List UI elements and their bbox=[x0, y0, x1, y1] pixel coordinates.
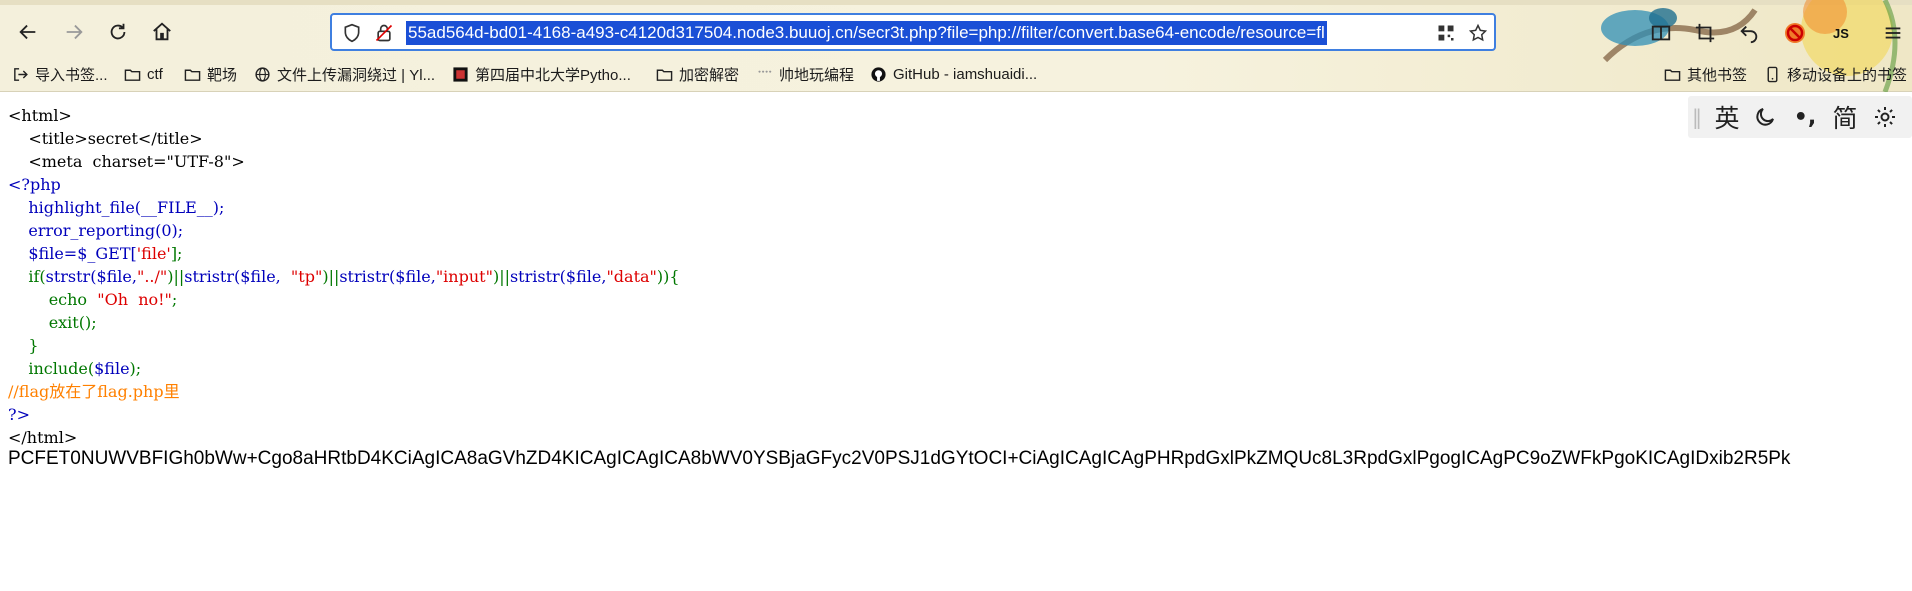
punctuation-toggle[interactable]: •, bbox=[1788, 102, 1822, 132]
code-line: <html> bbox=[8, 106, 72, 125]
code-token: )){ bbox=[656, 267, 680, 286]
bookmark-label: ctf bbox=[147, 65, 163, 83]
folder-icon bbox=[1664, 69, 1681, 81]
code-token: ; bbox=[171, 290, 178, 309]
code-token: || bbox=[499, 267, 510, 286]
code-token: || bbox=[173, 267, 185, 286]
github-icon bbox=[871, 66, 886, 82]
settings-gear-icon[interactable] bbox=[1868, 102, 1902, 132]
bookmark-mobile-folder[interactable]: 移动设备上的书签 bbox=[1764, 62, 1907, 86]
bookmark-folder-range[interactable]: 靶场 bbox=[184, 62, 237, 86]
js-extension-badge[interactable]: JS bbox=[1828, 20, 1854, 46]
crop-screenshot-icon[interactable] bbox=[1692, 20, 1718, 46]
site-icon bbox=[758, 70, 772, 73]
code-token: exit bbox=[8, 313, 79, 332]
arrow-left-icon bbox=[19, 24, 36, 40]
browser-chrome: 55ad564d-bd01-4168-a493-c4120d317504.nod… bbox=[0, 0, 1912, 92]
code-token: stristr($file, bbox=[509, 267, 607, 286]
bookmark-github[interactable]: GitHub - iamshuaidi... bbox=[870, 62, 1037, 86]
bookmarks-toolbar: 导入书签... ctf 靶场 文件上传漏洞绕过 | Yl... 第四届中北大学P… bbox=[0, 60, 1912, 88]
code-line: <?php bbox=[8, 175, 61, 194]
code-token: "Oh no!" bbox=[97, 290, 172, 309]
moon-icon[interactable] bbox=[1748, 102, 1782, 132]
code-token: $file=$_GET[ bbox=[8, 244, 137, 263]
import-icon bbox=[14, 67, 28, 81]
bookmark-import[interactable]: 导入书签... bbox=[12, 62, 108, 86]
code-token: "../" bbox=[136, 267, 168, 286]
undo-icon[interactable] bbox=[1736, 20, 1762, 46]
code-token: "data" bbox=[606, 267, 657, 286]
page-content: <html> <title>secret</title> <meta chars… bbox=[0, 92, 1912, 591]
reader-view-icon[interactable] bbox=[1648, 20, 1674, 46]
php-source-listing: <html> <title>secret</title> <meta chars… bbox=[8, 104, 680, 449]
folder-icon bbox=[184, 69, 201, 81]
code-token: if( bbox=[8, 267, 46, 286]
bookmark-other-folder[interactable]: 其他书签 bbox=[1664, 62, 1747, 86]
reload-icon bbox=[110, 23, 126, 40]
arrow-right-icon bbox=[66, 24, 83, 40]
code-token: ]; bbox=[170, 244, 183, 263]
code-token: (); bbox=[78, 313, 97, 332]
bookmark-label: 导入书签... bbox=[35, 66, 108, 84]
home-icon bbox=[153, 22, 171, 41]
code-comment: //flag放在了flag.php里 bbox=[8, 382, 180, 401]
bookmark-label: 帅地玩编程 bbox=[779, 66, 855, 84]
globe-icon bbox=[255, 66, 270, 82]
code-line: highlight_file(__FILE__); bbox=[8, 198, 225, 217]
code-token: stristr($file, bbox=[339, 267, 436, 286]
code-token: stristr($file, bbox=[184, 267, 281, 286]
code-token: strstr($file, bbox=[45, 267, 137, 286]
code-token: $file bbox=[94, 359, 130, 378]
code-line: <title>secret</title> bbox=[8, 129, 203, 148]
forward-button[interactable] bbox=[56, 14, 92, 50]
folder-icon bbox=[656, 69, 673, 81]
bookmark-nuc-python[interactable]: 第四届中北大学Pytho... bbox=[452, 62, 631, 86]
home-button[interactable] bbox=[144, 14, 180, 50]
code-token: "tp" bbox=[280, 267, 323, 286]
bookmark-shuaidi[interactable]: 帅地玩编程 bbox=[756, 62, 854, 86]
code-token: include( bbox=[8, 359, 95, 378]
bookmark-label: 其他书签 bbox=[1687, 66, 1748, 84]
site-icon bbox=[453, 66, 468, 82]
code-line: <meta charset="UTF-8"> bbox=[8, 152, 245, 171]
bookmark-label: 靶场 bbox=[207, 66, 238, 84]
qr-code-icon[interactable] bbox=[1436, 23, 1456, 43]
code-line: ?> bbox=[8, 405, 30, 424]
blocker-extension-icon[interactable] bbox=[1782, 20, 1808, 46]
bookmark-upload-bypass[interactable]: 文件上传漏洞绕过 | Yl... bbox=[254, 62, 435, 86]
simplified-toggle[interactable]: 简 bbox=[1828, 102, 1862, 133]
base64-output: PCFET0NUWVBFIGh0bWw+Cgo8aHRtbD4KCiAgICA8… bbox=[8, 448, 1791, 469]
address-bar[interactable]: 55ad564d-bd01-4168-a493-c4120d317504.nod… bbox=[330, 13, 1496, 51]
code-token: echo bbox=[8, 290, 98, 309]
code-token: "input" bbox=[435, 267, 493, 286]
shield-icon[interactable] bbox=[342, 23, 362, 43]
bookmark-folder-crypto[interactable]: 加密解密 bbox=[656, 62, 739, 86]
code-line: } bbox=[8, 336, 39, 355]
bookmark-label: 移动设备上的书签 bbox=[1787, 66, 1908, 84]
code-token: || bbox=[328, 267, 340, 286]
insecure-lock-icon[interactable] bbox=[374, 23, 394, 43]
translate-toolbar: ‖ 英 •, 简 bbox=[1688, 96, 1912, 138]
mobile-icon bbox=[1767, 66, 1778, 82]
bookmark-label: GitHub - iamshuaidi... bbox=[893, 65, 1038, 83]
code-line: error_reporting(0); bbox=[8, 221, 184, 240]
bookmark-star-icon[interactable] bbox=[1468, 23, 1488, 43]
folder-icon bbox=[124, 69, 141, 81]
bookmark-label: 第四届中北大学Pytho... bbox=[475, 66, 631, 84]
drag-handle[interactable]: ‖ bbox=[1690, 102, 1704, 132]
menu-icon[interactable] bbox=[1880, 20, 1906, 46]
language-toggle[interactable]: 英 bbox=[1710, 102, 1744, 133]
reload-button[interactable] bbox=[100, 14, 136, 50]
bookmark-label: 加密解密 bbox=[679, 66, 740, 84]
url-text[interactable]: 55ad564d-bd01-4168-a493-c4120d317504.nod… bbox=[406, 21, 1327, 45]
back-button[interactable] bbox=[10, 14, 46, 50]
bookmark-folder-ctf[interactable]: ctf bbox=[124, 62, 163, 86]
code-token: ); bbox=[129, 359, 142, 378]
bookmark-label: 文件上传漏洞绕过 | Yl... bbox=[277, 66, 436, 84]
code-token: 'file' bbox=[136, 244, 171, 263]
code-line: </html> bbox=[8, 428, 78, 447]
